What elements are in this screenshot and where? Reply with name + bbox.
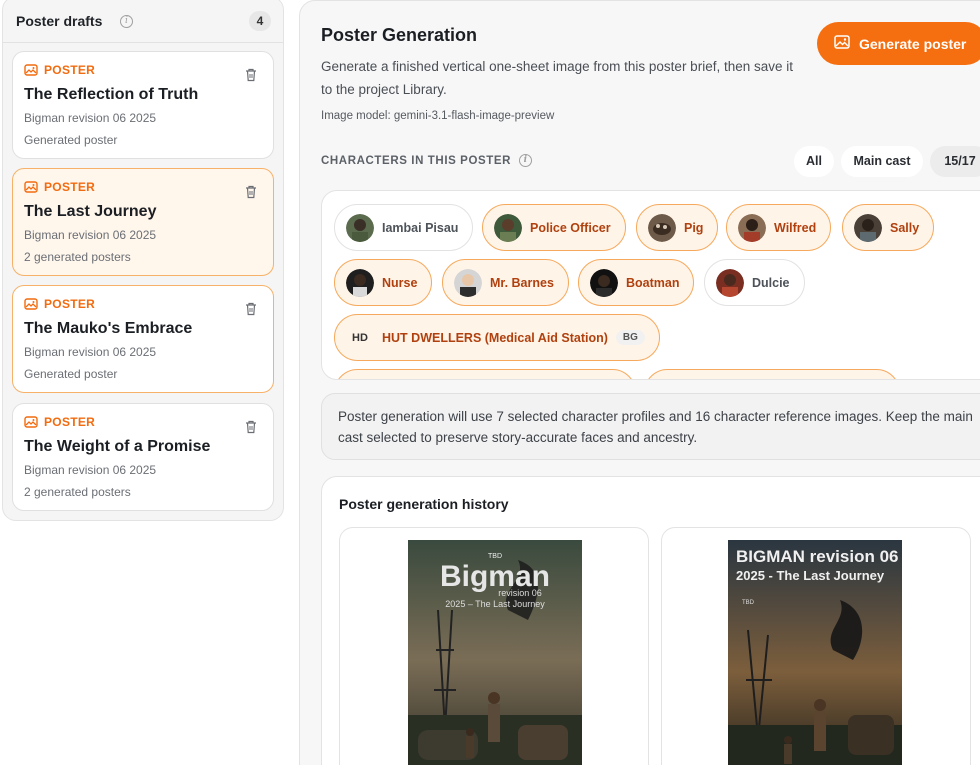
character-chip[interactable]: Iambai Pisau	[334, 204, 474, 251]
avatar	[590, 268, 618, 297]
card-title: The Reflection of Truth	[24, 86, 199, 103]
draft-card[interactable]: POSTER The Mauko's Embrace Bigman revisi…	[12, 285, 274, 393]
character-name: Dulcie	[752, 275, 790, 290]
page-title: Poster Generation	[321, 25, 478, 45]
generate-poster-button[interactable]: Generate poster	[817, 22, 980, 65]
card-title: The Weight of a Promise	[24, 438, 211, 455]
poster-history-section: Poster generation history TBD Bigman rev…	[321, 476, 980, 765]
avatar	[494, 213, 522, 242]
poster-thumbnail[interactable]: BIGMAN revision 06 2025 - The Last Journ…	[728, 540, 902, 765]
character-name: Boatman	[626, 275, 680, 290]
avatar	[738, 213, 766, 242]
card-tag-label: POSTER	[44, 63, 96, 77]
card-subtitle: Bigman revision 06 2025	[24, 228, 157, 242]
character-chip[interactable]: Pig	[636, 204, 719, 251]
draft-card[interactable]: POSTER The Reflection of Truth Bigman re…	[12, 51, 274, 159]
character-chip-partial[interactable]	[334, 369, 636, 379]
avatar	[346, 213, 374, 242]
trash-icon[interactable]	[245, 68, 257, 87]
card-status: 2 generated posters	[24, 485, 131, 499]
character-chip[interactable]: Nurse	[334, 259, 433, 306]
filter-all[interactable]: All	[794, 146, 834, 177]
character-chip[interactable]: Wilfred	[726, 204, 832, 251]
poster-line3: 2025 – The Last Journey	[445, 599, 545, 609]
character-chip[interactable]: Boatman	[578, 259, 695, 306]
sidebar-title: Poster drafts	[16, 13, 103, 29]
filter-main-cast[interactable]: Main cast	[841, 146, 923, 177]
avatar	[854, 213, 882, 242]
card-tag-label: POSTER	[44, 415, 96, 429]
page-description: Generate a finished vertical one-sheet i…	[321, 59, 793, 97]
sidebar-header: Poster drafts i 4	[3, 1, 283, 43]
poster-small-label: TBD	[742, 600, 755, 606]
drafts-count-badge: 4	[249, 11, 271, 31]
character-name: Iambai Pisau	[382, 220, 459, 235]
poster-history-card[interactable]: BIGMAN revision 06 2025 - The Last Journ…	[661, 527, 971, 765]
trash-icon[interactable]	[245, 302, 257, 321]
card-subtitle: Bigman revision 06 2025	[24, 111, 157, 125]
avatar	[648, 213, 676, 242]
generation-notice: Poster generation will use 7 selected ch…	[321, 393, 980, 460]
draft-card-selected[interactable]: POSTER The Last Journey Bigman revision …	[12, 168, 274, 276]
image-icon	[834, 35, 850, 52]
character-chip[interactable]: Mr. Barnes	[442, 259, 569, 306]
poster-line2: revision 06	[498, 588, 542, 598]
character-chip[interactable]: Dulcie	[704, 259, 805, 306]
image-icon	[24, 64, 38, 76]
character-chip[interactable]: Police Officer	[482, 204, 626, 251]
characters-section-label: CHARACTERS IN THIS POSTER i	[321, 154, 533, 167]
character-name: Wilfred	[774, 220, 817, 235]
poster-generation-panel: Poster Generation Generate a finished ve…	[299, 0, 980, 765]
card-subtitle: Bigman revision 06 2025	[24, 463, 157, 477]
avatar	[454, 268, 482, 297]
image-model-label: Image model: gemini-3.1-flash-image-prev…	[321, 110, 555, 122]
card-tag-label: POSTER	[44, 180, 96, 194]
poster-thumbnail[interactable]: TBD Bigman revision 06 2025 – The Last J…	[408, 540, 582, 765]
card-title: The Mauko's Embrace	[24, 320, 193, 337]
character-chip-partial[interactable]	[644, 369, 900, 379]
card-status: Generated poster	[24, 133, 118, 147]
card-subtitle: Bigman revision 06 2025	[24, 345, 157, 359]
character-chip[interactable]: Sally	[842, 204, 935, 251]
info-icon[interactable]: i	[519, 154, 533, 167]
characters-label-text: CHARACTERS IN THIS POSTER	[321, 154, 512, 167]
character-name: HUT DWELLERS (Medical Aid Station)	[382, 330, 608, 345]
image-icon	[24, 298, 38, 310]
background-badge: BG	[615, 330, 645, 345]
card-status: Generated poster	[24, 367, 118, 381]
poster-history-card[interactable]: TBD Bigman revision 06 2025 – The Last J…	[339, 527, 649, 765]
trash-icon[interactable]	[245, 420, 257, 439]
avatar	[716, 268, 744, 297]
generate-poster-label: Generate poster	[859, 35, 967, 52]
card-tag: POSTER	[24, 415, 95, 429]
character-name: Mr. Barnes	[490, 275, 554, 290]
card-tag-label: POSTER	[44, 297, 96, 311]
character-name: Pig	[684, 220, 704, 235]
character-name: Nurse	[382, 275, 418, 290]
card-tag: POSTER	[24, 297, 95, 311]
character-chip[interactable]: HD HUT DWELLERS (Medical Aid Station) BG	[334, 314, 660, 361]
trash-icon[interactable]	[245, 185, 257, 204]
card-tag: POSTER	[24, 180, 95, 194]
character-name: Sally	[890, 220, 920, 235]
character-name: Police Officer	[530, 220, 611, 235]
poster-small-label: TBD	[488, 553, 502, 560]
card-tag: POSTER	[24, 63, 95, 77]
info-icon[interactable]: i	[120, 15, 133, 28]
poster-drafts-sidebar: Poster drafts i 4 POSTER The Reflection …	[2, 0, 284, 521]
poster-line2: 2025 - The Last Journey	[736, 568, 885, 583]
history-title: Poster generation history	[339, 496, 509, 512]
poster-title-text: BIGMAN revision 06	[736, 547, 899, 566]
initials-badge: HD	[352, 331, 368, 344]
image-icon	[24, 181, 38, 193]
draft-card[interactable]: POSTER The Weight of a Promise Bigman re…	[12, 403, 274, 511]
image-icon	[24, 416, 38, 428]
avatar	[346, 268, 374, 297]
selected-count-badge: 15/17	[930, 146, 980, 177]
card-status: 2 generated posters	[24, 250, 131, 264]
character-chips-container: Iambai Pisau Police Officer Pig Wilfred …	[321, 190, 980, 380]
card-title: The Last Journey	[24, 203, 157, 220]
